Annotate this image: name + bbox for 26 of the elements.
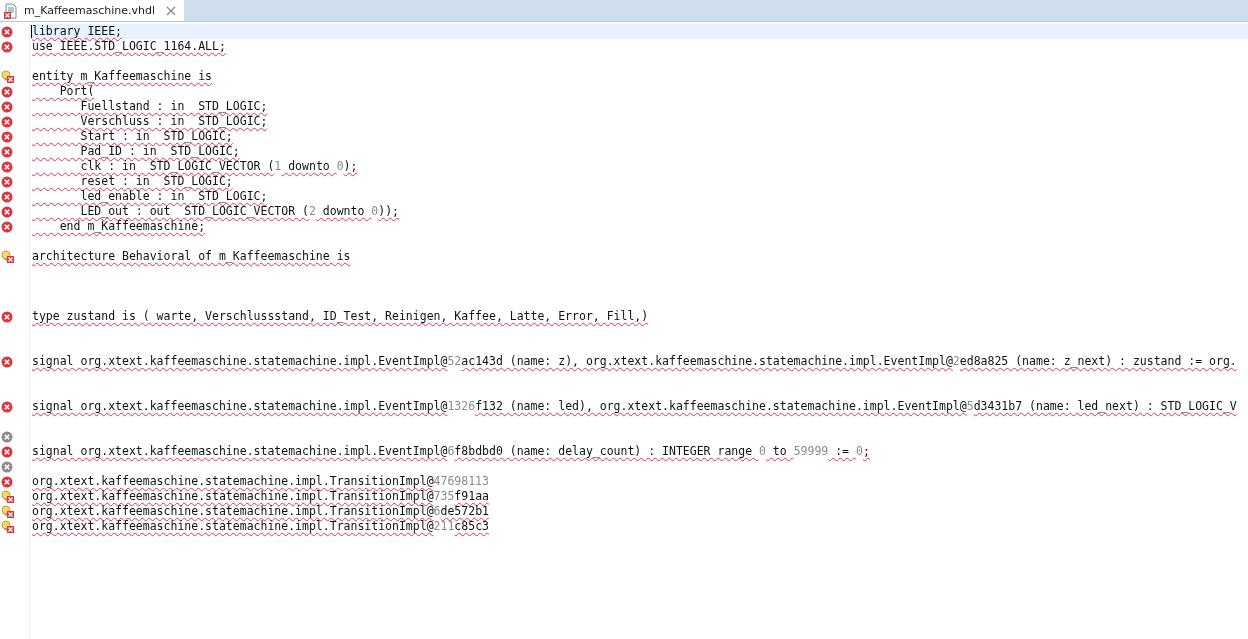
code-line: entity m_Kaffeemaschine is — [32, 69, 212, 84]
code-line: Verschluss : in STD_LOGIC; — [79, 114, 268, 129]
code-line: use IEEE.STD_LOGIC_1164.ALL; — [32, 39, 226, 54]
file-error-icon — [3, 2, 19, 19]
code-line: org.xtext.kaffeemaschine.statemachine.impl.TransitionImpl@211c85c3 — [32, 519, 489, 534]
code-line: clk : in STD_LOGIC_VECTOR (1 downto 0); — [79, 159, 358, 174]
code-line: type zustand is ( warte, Verschlussstand, ID_Test, Reinigen, Kaffee, Latte, Error, Fill,) — [32, 309, 649, 324]
code-line: org.xtext.kaffeemaschine.statemachine.impl.TransitionImpl@735f91aa — [32, 489, 489, 504]
code-line: org.xtext.kaffeemaschine.statemachine.impl.TransitionImpl@47698113 — [32, 474, 489, 489]
code-line: Start : in STD_LOGIC; — [79, 129, 233, 144]
editor-tab[interactable]: m_Kaffeemaschine.vhdl — [0, 0, 185, 21]
code-line: Fuellstand : in STD_LOGIC; — [79, 99, 268, 114]
code-line: Pad_ID : in STD_LOGIC; — [79, 144, 240, 159]
code-line: library IEEE; — [32, 24, 122, 39]
close-icon[interactable] — [166, 5, 177, 16]
code-line: end m_Kaffeemaschine; — [58, 219, 206, 234]
code-line: reset : in STD_LOGIC; — [79, 174, 233, 189]
code-line: led_enable : in STD_LOGIC; — [79, 189, 268, 204]
text-cursor — [31, 25, 32, 38]
code-line: signal org.xtext.kaffeemaschine.statemachine.impl.EventImpl@52ac143d (name: z), org.xtext.kaffeemaschine.statemachine.impl.EventImpl@2ed8a825 (name: z_next) : zustand := org. — [32, 354, 1237, 369]
code-line: org.xtext.kaffeemaschine.statemachine.impl.TransitionImpl@6de572b1 — [32, 504, 489, 519]
code-line: Port( — [58, 84, 95, 99]
code-line: signal org.xtext.kaffeemaschine.statemachine.impl.EventImpl@1326f132 (name: led), org.xtext.kaffeemaschine.statemachine.impl.EventImpl@5d3431b7 (name: led_next) : STD_LOGIC_V — [32, 399, 1237, 414]
code-line: LED_out : out STD_LOGIC_VECTOR (2 downto 0)); — [79, 204, 399, 219]
code-line: architecture Behavioral of m_Kaffeemaschine is — [32, 249, 351, 264]
code-line: signal org.xtext.kaffeemaschine.statemachine.impl.EventImpl@6f8bdbd0 (name: delay_count) : INTEGER range 0 to 59999 := 0; — [32, 444, 870, 459]
